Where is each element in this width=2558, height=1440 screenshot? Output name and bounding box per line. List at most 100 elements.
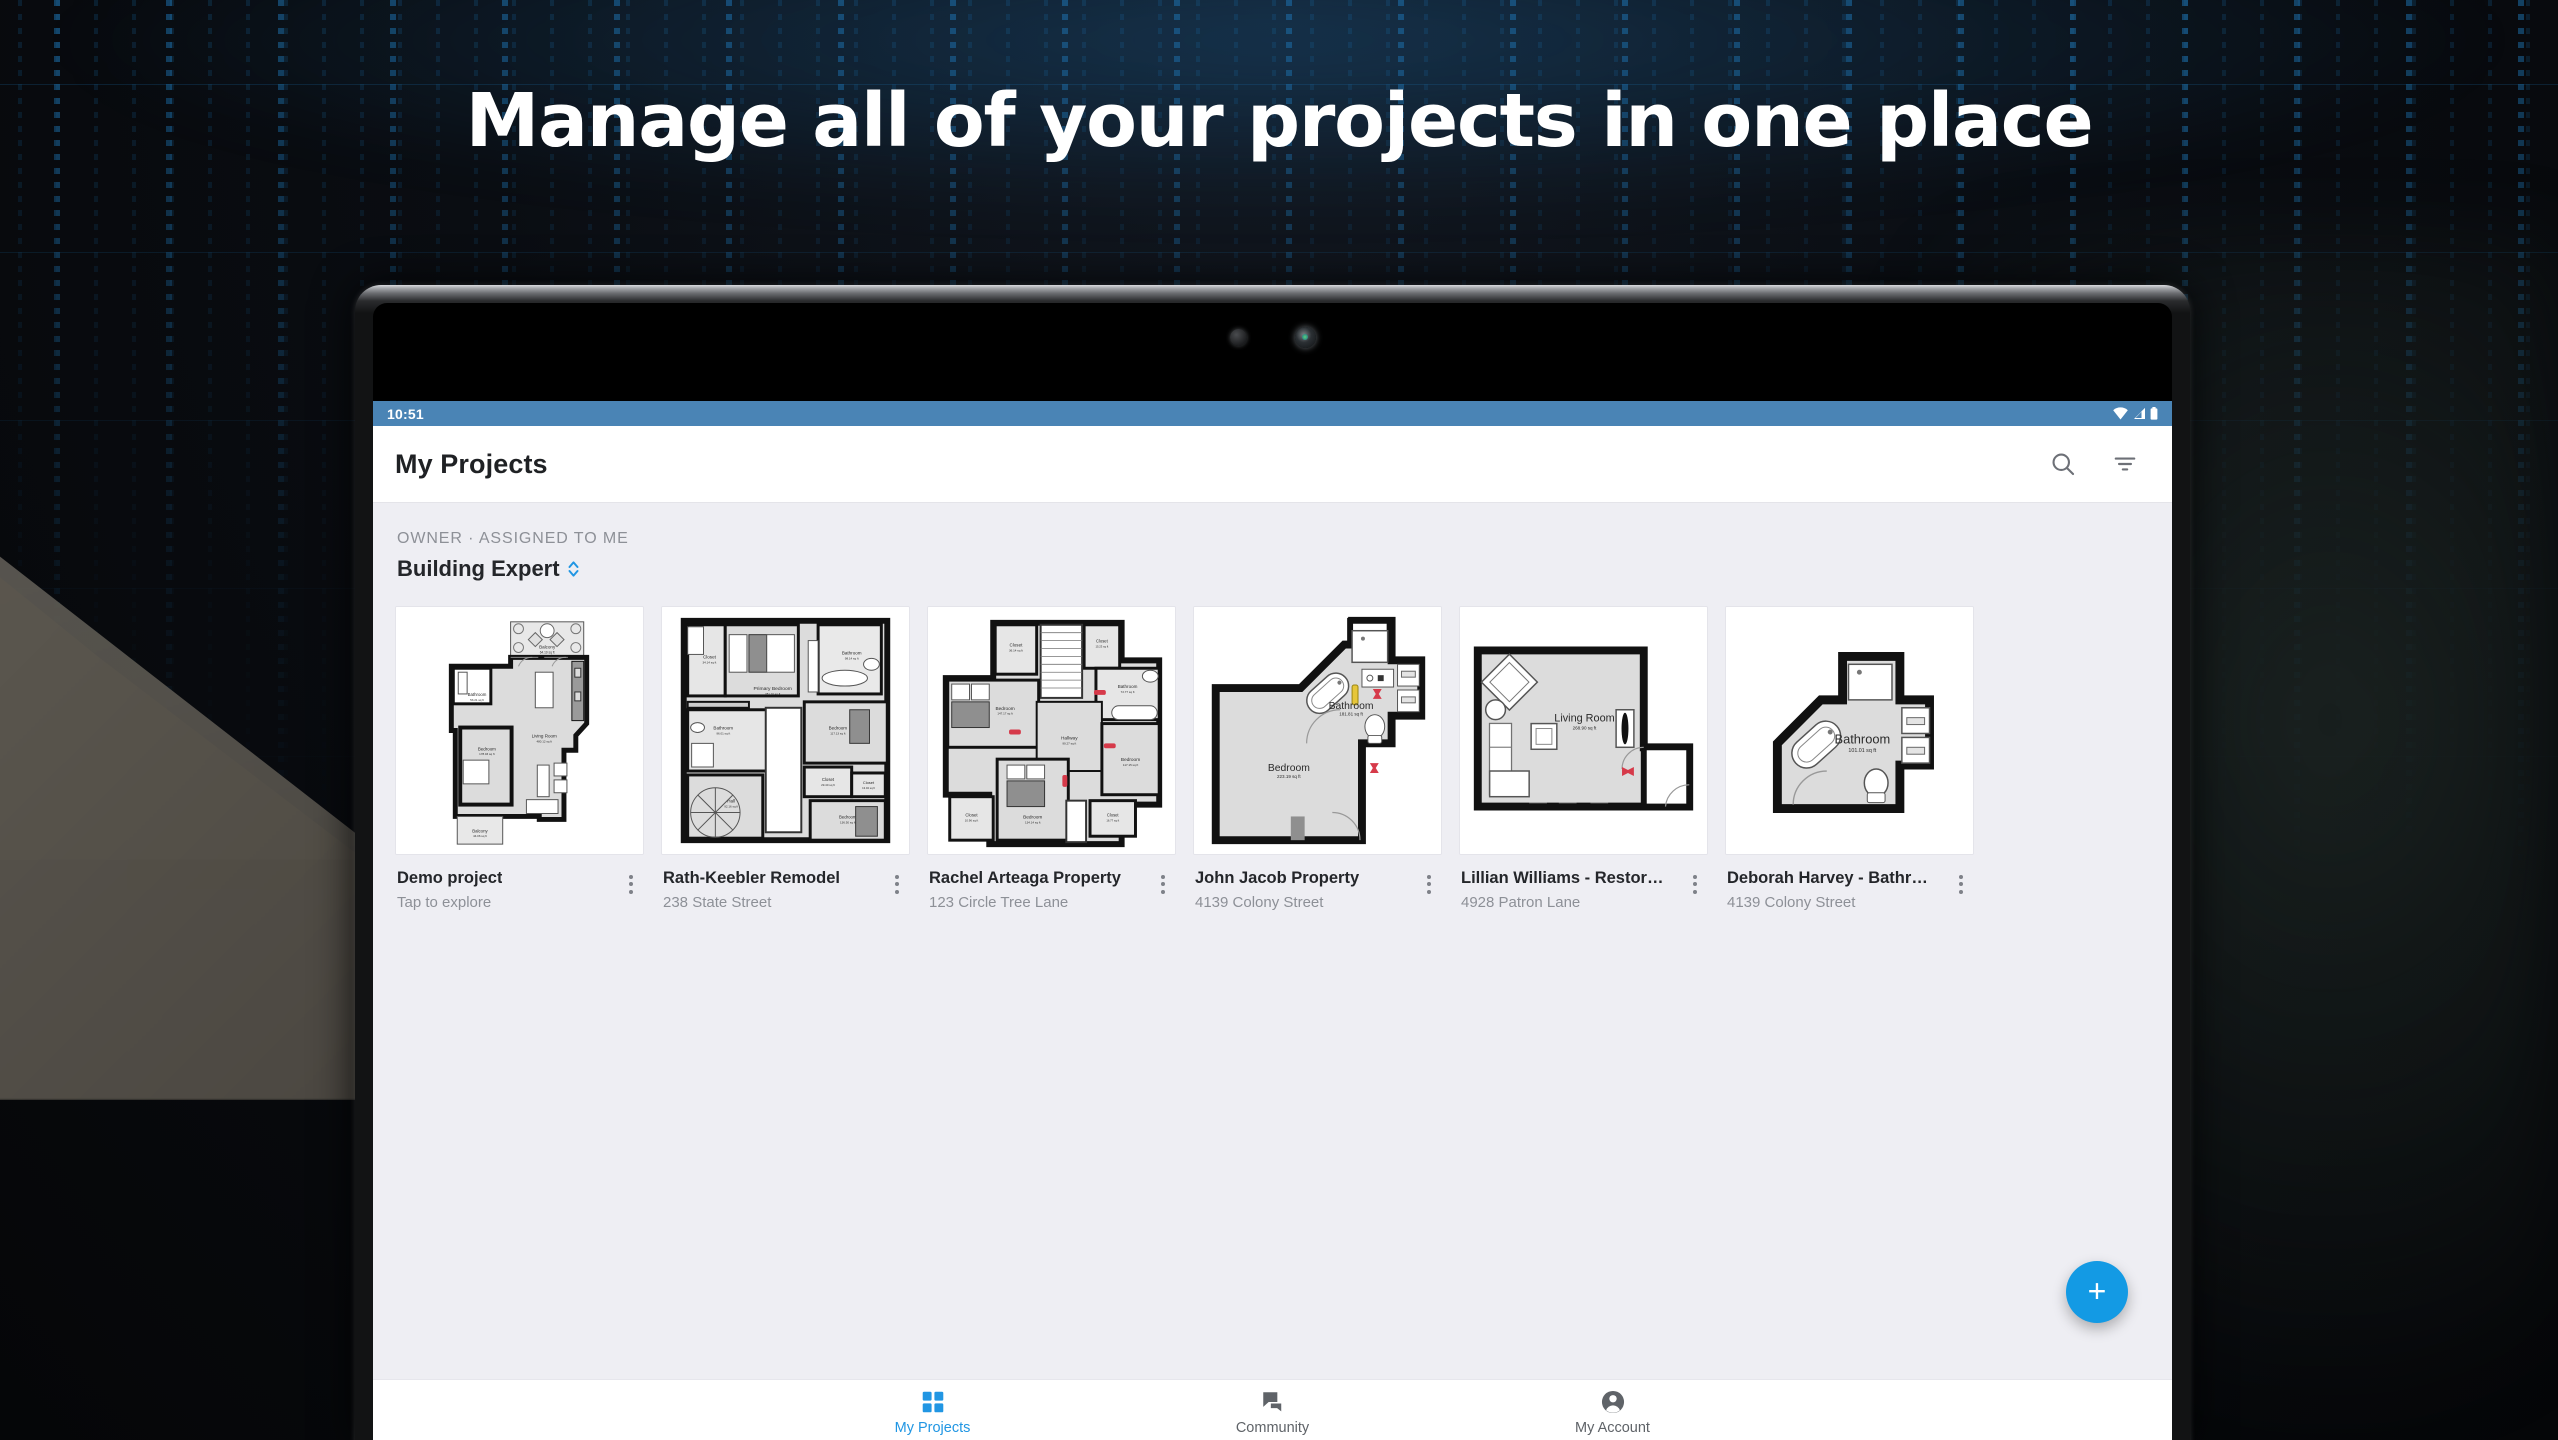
group-selector[interactable]: Building Expert bbox=[397, 556, 2150, 582]
svg-text:Closet: Closet bbox=[863, 780, 875, 785]
status-time: 10:51 bbox=[387, 405, 424, 422]
project-subtitle: 123 Circle Tree Lane bbox=[929, 894, 1069, 911]
projects-content: OWNER · ASSIGNED TO ME Building Expert B… bbox=[373, 502, 2172, 1379]
svg-text:13.04 sq ft: 13.04 sq ft bbox=[862, 786, 875, 790]
project-subtitle: 4139 Colony Street bbox=[1195, 894, 1324, 911]
app-bar: My Projects bbox=[373, 426, 2172, 502]
svg-text:Bathroom: Bathroom bbox=[1118, 684, 1138, 689]
svg-text:Closet: Closet bbox=[703, 654, 717, 659]
svg-text:Living Room: Living Room bbox=[1554, 713, 1614, 725]
svg-text:29.40 sq ft: 29.40 sq ft bbox=[821, 783, 835, 787]
svg-text:Bedroom: Bedroom bbox=[839, 814, 857, 819]
nav-item-community[interactable]: Community bbox=[1198, 1389, 1348, 1436]
svg-text:Bathroom: Bathroom bbox=[468, 692, 487, 697]
project-thumbnail[interactable]: Living Room 268.90 sq ft bbox=[1459, 606, 1708, 855]
svg-text:134.14 sq ft: 134.14 sq ft bbox=[1025, 820, 1041, 824]
chat-icon bbox=[1262, 1392, 1281, 1412]
project-card-meta: Rath-Keebler Remodel 238 State Street bbox=[661, 855, 910, 911]
svg-text:117.13 sq ft: 117.13 sq ft bbox=[830, 731, 845, 735]
svg-text:64.10 sq ft: 64.10 sq ft bbox=[540, 650, 555, 654]
svg-text:117.15 sq ft: 117.15 sq ft bbox=[1123, 763, 1138, 767]
svg-text:53.21 sq ft: 53.21 sq ft bbox=[470, 698, 484, 702]
group-title: Building Expert bbox=[397, 556, 560, 581]
project-thumbnail[interactable]: Bathroom 181.81 sq ft Bedroom 223.19 sq … bbox=[1193, 606, 1442, 855]
search-icon[interactable] bbox=[2046, 447, 2080, 481]
project-thumbnail[interactable]: Bathroom 101.01 sq ft bbox=[1725, 606, 1974, 855]
svg-text:Bathroom: Bathroom bbox=[842, 650, 862, 655]
page-title: My Projects bbox=[395, 448, 548, 479]
svg-text:Bedroom: Bedroom bbox=[829, 726, 848, 731]
filter-icon[interactable] bbox=[2108, 447, 2142, 481]
bezel-sensors bbox=[373, 327, 2172, 348]
svg-text:99.27 sq ft: 99.27 sq ft bbox=[1062, 741, 1076, 745]
svg-text:Closet: Closet bbox=[1010, 643, 1024, 648]
wifi-icon bbox=[2113, 407, 2128, 420]
nav-label: Community bbox=[1235, 1420, 1310, 1436]
svg-text:98.14 sq ft: 98.14 sq ft bbox=[845, 656, 859, 660]
project-title: Deborah Harvey - Bathro… bbox=[1727, 869, 1932, 887]
group-kicker: OWNER · ASSIGNED TO ME bbox=[397, 530, 629, 547]
svg-text:178.03 sq ft: 178.03 sq ft bbox=[479, 752, 495, 756]
svg-text:Bedroom: Bedroom bbox=[478, 746, 496, 751]
svg-text:Living Room: Living Room bbox=[532, 733, 557, 738]
svg-text:181.81 sq ft: 181.81 sq ft bbox=[1339, 712, 1363, 717]
add-project-fab[interactable]: + bbox=[2066, 1261, 2128, 1323]
svg-text:16.77 sq ft: 16.77 sq ft bbox=[1106, 818, 1119, 822]
floorplan-living-room: Living Room 268.90 sq ft bbox=[1460, 607, 1707, 854]
svg-text:268.90 sq ft: 268.90 sq ft bbox=[1573, 726, 1597, 731]
chevron-up-down-icon[interactable] bbox=[567, 559, 580, 579]
front-camera-icon bbox=[1294, 327, 1316, 348]
svg-text:92.16 sq ft: 92.16 sq ft bbox=[724, 805, 738, 809]
svg-text:Closet: Closet bbox=[1096, 639, 1109, 644]
svg-text:72.77 sq ft: 72.77 sq ft bbox=[1121, 690, 1135, 694]
project-card-meta: John Jacob Property 4139 Colony Street bbox=[1193, 855, 1442, 911]
svg-text:Closet: Closet bbox=[1107, 812, 1120, 817]
project-overflow-menu-icon[interactable] bbox=[886, 871, 908, 897]
promo-headline: Manage all of your projects in one place bbox=[465, 78, 2094, 164]
svg-text:223.19 sq ft: 223.19 sq ft bbox=[1277, 774, 1301, 779]
project-card[interactable]: Bathroom 101.01 sq ft Deborah Harvey - B… bbox=[1725, 606, 1974, 911]
project-overflow-menu-icon[interactable] bbox=[1950, 871, 1972, 897]
app-bar-actions bbox=[2046, 447, 2142, 481]
svg-text:480.12 sq ft: 480.12 sq ft bbox=[536, 739, 552, 743]
project-thumbnail[interactable]: Closet 34.14 sq ft Primary Bedroom 281.1… bbox=[661, 606, 910, 855]
svg-text:44.06 sq ft: 44.06 sq ft bbox=[473, 834, 487, 838]
project-card-meta: Rachel Arteaga Property 123 Circle Tree … bbox=[927, 855, 1176, 911]
floorplan-bed-bath: Bathroom 181.81 sq ft Bedroom 223.19 sq … bbox=[1194, 607, 1441, 854]
project-card[interactable]: Bathroom 181.81 sq ft Bedroom 223.19 sq … bbox=[1193, 606, 1442, 911]
signal-icon bbox=[2134, 408, 2145, 419]
svg-text:136.50 sq ft: 136.50 sq ft bbox=[840, 820, 856, 824]
svg-text:Balcony: Balcony bbox=[472, 828, 488, 833]
account-icon bbox=[1601, 1390, 1624, 1414]
floorplan-bathroom: Bathroom 101.01 sq ft bbox=[1726, 607, 1973, 854]
status-icons bbox=[2113, 407, 2158, 420]
nav-item-my-account[interactable]: My Account bbox=[1538, 1389, 1688, 1436]
svg-text:Closet: Closet bbox=[822, 777, 835, 782]
project-subtitle: 4139 Colony Street bbox=[1727, 894, 1856, 911]
svg-text:147.17 sq ft: 147.17 sq ft bbox=[997, 712, 1013, 716]
svg-text:36.14 sq ft: 36.14 sq ft bbox=[1009, 648, 1023, 652]
floorplan-apartment: Balcony 64.10 sq ft Bathroom 53.21 sq ft… bbox=[396, 607, 643, 854]
svg-text:281.10 sq ft: 281.10 sq ft bbox=[765, 692, 781, 696]
project-overflow-menu-icon[interactable] bbox=[1152, 871, 1174, 897]
project-card[interactable]: Closet 34.14 sq ft Primary Bedroom 281.1… bbox=[661, 606, 910, 911]
project-subtitle: 238 State Street bbox=[663, 894, 772, 911]
svg-text:Closet: Closet bbox=[965, 812, 978, 817]
nav-item-my-projects[interactable]: My Projects bbox=[858, 1389, 1008, 1436]
svg-text:10.96 sq ft: 10.96 sq ft bbox=[965, 818, 979, 822]
grid-icon bbox=[922, 1391, 943, 1413]
nav-label: My Projects bbox=[894, 1420, 971, 1436]
project-card[interactable]: Closet 36.14 sq ft Closet 15.23 sq ft Be… bbox=[927, 606, 1176, 911]
project-overflow-menu-icon[interactable] bbox=[1684, 871, 1706, 897]
project-card[interactable]: Living Room 268.90 sq ft Lillian William… bbox=[1459, 606, 1708, 911]
project-overflow-menu-icon[interactable] bbox=[620, 871, 642, 897]
project-subtitle: Tap to explore bbox=[397, 894, 492, 911]
project-thumbnail[interactable]: Balcony 64.10 sq ft Bathroom 53.21 sq ft… bbox=[395, 606, 644, 855]
projects-grid: Balcony 64.10 sq ft Bathroom 53.21 sq ft… bbox=[395, 606, 2150, 911]
project-thumbnail[interactable]: Closet 36.14 sq ft Closet 15.23 sq ft Be… bbox=[927, 606, 1176, 855]
project-overflow-menu-icon[interactable] bbox=[1418, 871, 1440, 897]
project-card[interactable]: Balcony 64.10 sq ft Bathroom 53.21 sq ft… bbox=[395, 606, 644, 911]
battery-icon bbox=[2150, 407, 2158, 420]
project-subtitle: 4928 Patron Lane bbox=[1461, 894, 1581, 911]
tablet-device: 10:51 My Projects OWNER · ASSIGNED TO ME… bbox=[355, 285, 2190, 1440]
